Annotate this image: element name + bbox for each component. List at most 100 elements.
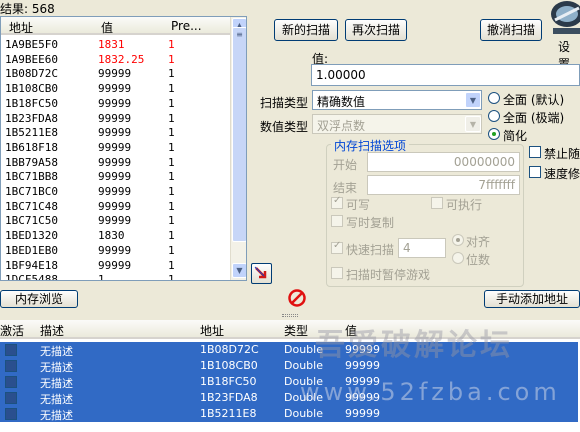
active-checkbox[interactable] (5, 392, 17, 404)
scroll-thumb[interactable]: ≡ (232, 27, 246, 242)
active-checkbox[interactable] (5, 408, 17, 420)
full-extreme-label: 全面 (极端) (503, 111, 565, 125)
column-address[interactable]: 地址 (9, 19, 33, 36)
row-address: 1B08D72C (200, 343, 259, 356)
column-value[interactable]: 值 (101, 19, 113, 36)
found-address: 1B108CB0 (5, 82, 58, 96)
clear-list-icon[interactable] (288, 289, 306, 307)
cheat-table-row[interactable]: 无描述 1B23FDA8 Double 99999 (0, 390, 578, 406)
add-address-manually-button[interactable]: 手动添加地址 (484, 290, 580, 308)
found-list-row[interactable]: 1B108CB0 99999 1 (1, 81, 230, 96)
found-list-row[interactable]: 1BC71BB8 99999 1 (1, 169, 230, 184)
row-type: Double (284, 343, 323, 356)
writable-label: 可写 (346, 198, 371, 212)
found-previous: 1 (168, 140, 175, 154)
cheat-table-row[interactable]: 无描述 1B108CB0 Double 99999 (0, 358, 578, 374)
column-type[interactable]: 类型 (284, 322, 308, 339)
row-address: 1B18FC50 (200, 375, 257, 388)
undo-scan-button[interactable]: 撤消扫描 (480, 19, 542, 41)
found-list-row[interactable]: 1B18FC50 99999 1 (1, 96, 230, 111)
align-radio[interactable] (452, 234, 464, 246)
found-value: 1831 (98, 38, 125, 51)
fast-scan-label: 快速扫描 (346, 243, 395, 257)
found-list-row[interactable]: 1BF94E18 99999 1 (1, 258, 230, 273)
found-list-row[interactable]: 1B08D72C 99999 1 (1, 66, 230, 81)
found-previous: 1 (168, 38, 175, 51)
cheat-table[interactable]: 激活 描述 地址 类型 值 无描述 1B08D72C Double 99999 无描述 1… (0, 320, 580, 432)
writable-checkbox[interactable] (331, 195, 343, 209)
column-address[interactable]: 地址 (200, 322, 224, 339)
found-list-row[interactable]: 1B23FDA8 99999 1 (1, 111, 230, 126)
row-type: Double (284, 375, 323, 388)
value-type-select[interactable]: 双浮点数 ▼ (312, 114, 482, 134)
row-value: 99999 (345, 343, 380, 356)
cheat-table-row[interactable]: 无描述 1B18FC50 Double 99999 (0, 374, 578, 390)
last-digits-radio[interactable] (452, 252, 464, 264)
found-address: 1BED1EB0 (5, 243, 58, 257)
column-description[interactable]: 描述 (40, 322, 64, 339)
found-address: 1B23FDA8 (5, 111, 58, 125)
found-list-row[interactable]: 1B618F18 99999 1 (1, 140, 230, 155)
speedhack-checkbox[interactable] (529, 166, 541, 178)
full-default-label: 全面 (默认) (503, 93, 565, 107)
column-previous[interactable]: Pre... (171, 19, 202, 33)
chevron-down-icon[interactable]: ▼ (465, 92, 481, 108)
simplified-radio[interactable] (488, 128, 500, 140)
disable-random-checkbox[interactable] (529, 146, 541, 158)
scroll-down-icon[interactable]: ▼ (232, 263, 246, 278)
full-extreme-radio[interactable] (488, 110, 500, 122)
value-input[interactable]: 1.00000 (311, 64, 580, 86)
found-list-row[interactable]: 1DCF5488 1 1 (1, 272, 230, 280)
found-previous: 1 (168, 199, 175, 213)
fast-scan-checkbox[interactable] (331, 240, 343, 254)
found-list-row[interactable]: 1A9BEE60 1832.25 1 (1, 52, 230, 67)
found-list-row[interactable]: 1BC71C50 99999 1 (1, 213, 230, 228)
executable-checkbox[interactable] (431, 197, 443, 209)
cheat-engine-logo[interactable] (545, 0, 580, 36)
row-address: 1B5211E8 (200, 407, 257, 420)
found-value: 99999 (98, 140, 132, 154)
chevron-down-icon[interactable]: ▼ (465, 116, 481, 132)
add-to-list-arrow-icon[interactable] (251, 263, 272, 284)
splitter[interactable] (0, 312, 580, 320)
column-value[interactable]: 值 (345, 322, 357, 339)
found-address: 1B5211E8 (5, 126, 58, 140)
pause-game-label: 扫描时暂停游戏 (346, 268, 431, 282)
memory-view-button[interactable]: 内存浏览 (0, 290, 78, 308)
fast-scan-input[interactable]: 4 (398, 238, 446, 258)
column-active[interactable]: 激活 (0, 322, 24, 339)
found-previous: 1 (168, 52, 175, 66)
found-list-scrollbar[interactable]: ▲ ≡ ▼ (230, 17, 246, 280)
next-scan-button[interactable]: 再次扫描 (345, 19, 407, 41)
full-default-radio[interactable] (488, 92, 500, 104)
found-previous: 1 (168, 243, 175, 257)
found-list-row[interactable]: 1A9BE5F0 1831 1 (1, 37, 230, 52)
value-type-value: 双浮点数 (317, 119, 366, 133)
copy-on-write-checkbox[interactable] (331, 215, 343, 227)
scan-type-select[interactable]: 精确数值 ▼ (312, 90, 482, 110)
found-previous: 1 (168, 96, 175, 110)
found-list-row[interactable]: 1BC71BC0 99999 1 (1, 184, 230, 199)
new-scan-button[interactable]: 新的扫描 (274, 19, 338, 41)
found-list-row[interactable]: 1BC71C48 99999 1 (1, 199, 230, 214)
disable-random-label: 禁止随 (544, 147, 580, 161)
pause-game-checkbox[interactable] (331, 267, 343, 279)
stop-address-input[interactable]: 7fffffff (367, 175, 520, 195)
cheat-table-row[interactable]: 无描述 1B5211E8 Double 99999 (0, 406, 578, 422)
fast-scan-value: 4 (403, 241, 411, 255)
active-checkbox[interactable] (5, 344, 17, 356)
value-type-label: 数值类型 (260, 120, 309, 134)
start-address-input[interactable]: 00000000 (367, 152, 520, 172)
row-description: 无描述 (40, 361, 73, 374)
found-value: 99999 (98, 258, 132, 272)
found-list-row[interactable]: 1BED1320 1830 1 (1, 228, 230, 243)
found-address-list[interactable]: 地址 值 Pre... 1A9BE5F0 1831 1 1A9BEE60 1832.25… (0, 16, 247, 281)
found-value: 99999 (98, 111, 132, 125)
found-list-row[interactable]: 1BB79A58 99999 1 (1, 155, 230, 170)
found-list-row[interactable]: 1BED1EB0 99999 1 (1, 243, 230, 258)
found-list-row[interactable]: 1B5211E8 99999 1 (1, 125, 230, 140)
start-label: 开始 (333, 158, 358, 172)
active-checkbox[interactable] (5, 376, 17, 388)
cheat-table-row[interactable]: 无描述 1B08D72C Double 99999 (0, 342, 578, 358)
active-checkbox[interactable] (5, 360, 17, 372)
